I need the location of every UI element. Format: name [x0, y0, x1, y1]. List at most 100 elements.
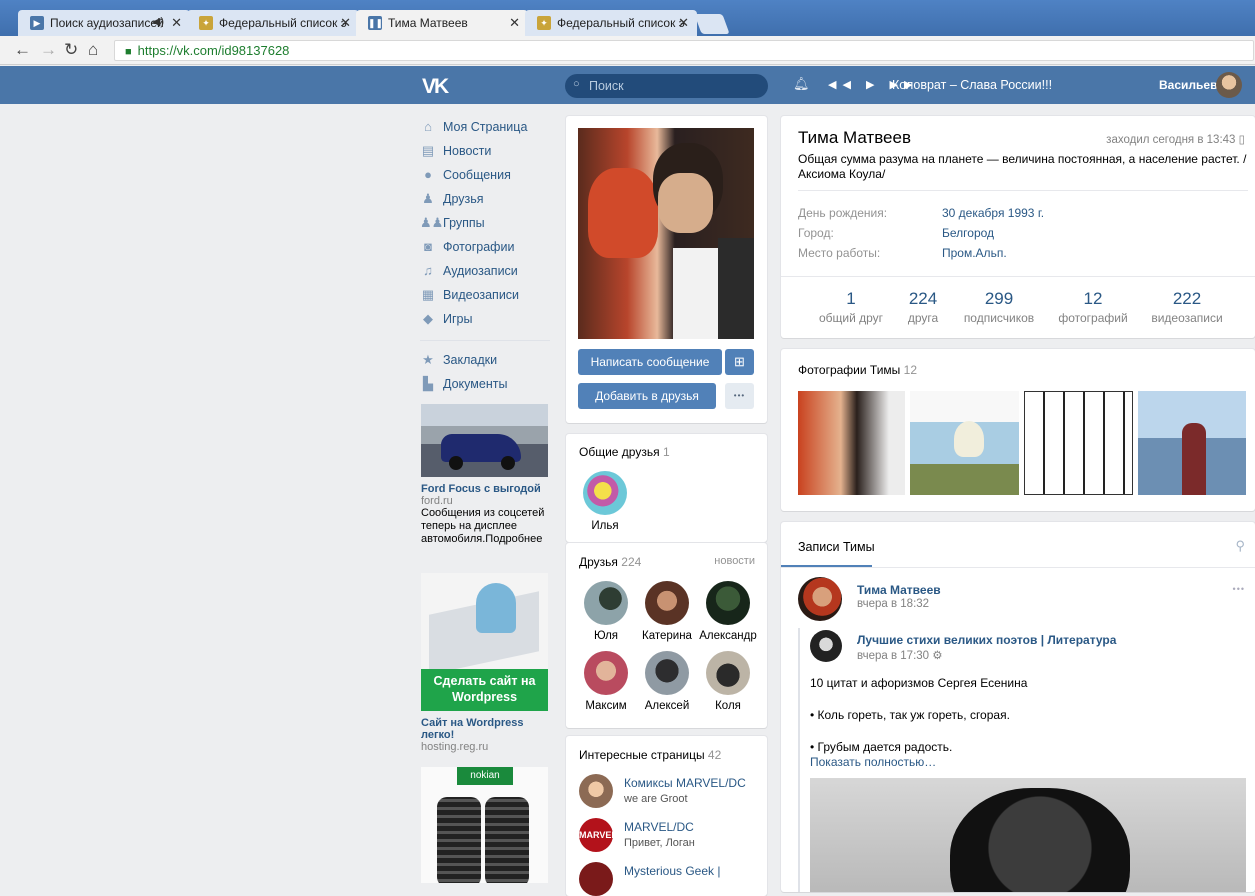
- menu-item-groups[interactable]: ♟♟ Группы: [418, 212, 553, 236]
- friend-avatar[interactable]: [584, 581, 628, 625]
- close-icon[interactable]: ✕: [678, 15, 689, 31]
- menu-item-my-page[interactable]: ⌂ Моя Страница: [418, 116, 553, 140]
- birthday-value[interactable]: 30 декабря 1993 г.: [942, 206, 1044, 220]
- friend-avatar[interactable]: [645, 581, 689, 625]
- stat-followers[interactable]: 299 подписчиков: [949, 289, 1049, 325]
- friends-updates-link[interactable]: новости: [714, 555, 755, 567]
- repost-author[interactable]: Лучшие стихи великих поэтов | Литература: [857, 633, 1116, 647]
- photo-thumbnail[interactable]: [1138, 391, 1246, 495]
- url-input[interactable]: ■ https://vk.com/id98137628: [114, 40, 1254, 61]
- friend-name[interactable]: Александр: [693, 630, 763, 642]
- avatar[interactable]: [1216, 72, 1242, 98]
- sound-icon: ◀): [151, 16, 164, 28]
- page-name[interactable]: Mysterious Geek |: [624, 864, 720, 878]
- user-name[interactable]: Васильев: [1159, 78, 1217, 92]
- show-more-link[interactable]: Показать полностью…: [810, 755, 936, 769]
- page-avatar[interactable]: [579, 862, 613, 896]
- more-button[interactable]: •••: [725, 383, 754, 409]
- friend-avatar[interactable]: [706, 651, 750, 695]
- close-icon[interactable]: ✕: [340, 15, 351, 31]
- work-value[interactable]: Пром.Альп.: [942, 246, 1007, 260]
- online-text: заходил сегодня в 13:43: [1106, 134, 1236, 146]
- ad-title[interactable]: Ford Focus с выгодой: [421, 483, 549, 495]
- gift-button[interactable]: ⊞: [725, 349, 754, 375]
- new-tab-button[interactable]: [694, 14, 730, 34]
- post-author[interactable]: Тима Матвеев: [857, 583, 941, 597]
- menu-item-bookmarks[interactable]: ★ Закладки: [418, 349, 553, 373]
- reload-icon[interactable]: ↻: [64, 41, 78, 59]
- friend-name[interactable]: Катерина: [632, 630, 702, 642]
- post-time[interactable]: вчера в 18:32: [857, 598, 929, 610]
- add-friend-button[interactable]: Добавить в друзья: [578, 383, 716, 409]
- photo-thumbnail[interactable]: [910, 391, 1019, 495]
- forward-icon[interactable]: →: [40, 41, 57, 59]
- repost-time[interactable]: вчера в 17:30: [857, 650, 929, 662]
- menu-item-games[interactable]: ◆ Игры: [418, 308, 553, 332]
- page-name[interactable]: MARVEL/DC: [624, 820, 694, 834]
- browser-tab-audio[interactable]: ▶ Поиск аудиозаписей ◀) ✕: [18, 10, 190, 36]
- ad-nokian[interactable]: nokian: [421, 767, 549, 883]
- pages-header[interactable]: Интересные страницы 42: [579, 748, 721, 762]
- close-icon[interactable]: ✕: [171, 15, 182, 31]
- post-text-line: 10 цитат и афоризмов Сергея Есенина: [810, 676, 1028, 690]
- friend-name[interactable]: Илья: [570, 520, 640, 532]
- menu-item-messages[interactable]: ● Сообщения: [418, 164, 553, 188]
- menu-item-audio[interactable]: ♫ Аудиозаписи: [418, 260, 553, 284]
- marvel-logo[interactable]: MARVEL: [579, 818, 617, 852]
- common-friends-header[interactable]: Общие друзья 1: [579, 445, 670, 459]
- menu-item-photos[interactable]: ◙ Фотографии: [418, 236, 553, 260]
- friends-header[interactable]: Друзья 224: [579, 555, 641, 569]
- browser-tab-list[interactable]: ✦ Федеральный список э ✕: [187, 10, 359, 36]
- section-title: Общие друзья: [579, 445, 660, 459]
- close-icon[interactable]: ✕: [509, 15, 520, 31]
- ad-ford[interactable]: Ford Focus с выгодой ford.ru Сообщения и…: [421, 404, 549, 546]
- ad-wordpress[interactable]: Сделать сайт на Wordpress Сайт на Wordpr…: [421, 573, 549, 753]
- photo-thumbnail[interactable]: [798, 391, 905, 495]
- repost-avatar[interactable]: [810, 630, 842, 662]
- page-avatar[interactable]: [579, 774, 613, 808]
- back-icon[interactable]: ←: [14, 41, 31, 59]
- stat-photos[interactable]: 12 фотографий: [1043, 289, 1143, 325]
- photos-header[interactable]: Фотографии Тимы 12: [798, 363, 917, 377]
- menu-item-news[interactable]: ▤ Новости: [418, 140, 553, 164]
- post-author-avatar[interactable]: [798, 577, 842, 621]
- menu-item-video[interactable]: ▦ Видеозаписи: [418, 284, 553, 308]
- send-message-button[interactable]: Написать сообщение: [578, 349, 722, 375]
- tab-title: Федеральный список э: [557, 16, 685, 30]
- friend-name[interactable]: Юля: [571, 630, 641, 642]
- menu-label: Моя Страница: [443, 120, 528, 134]
- friend-avatar[interactable]: [583, 471, 627, 515]
- now-playing-track[interactable]: Коловрат – Слава России!!!: [892, 78, 1052, 92]
- menu-label: Игры: [443, 312, 473, 326]
- gear-icon: ⚙: [932, 650, 943, 662]
- friend-name[interactable]: Алексей: [632, 700, 702, 712]
- menu-item-documents[interactable]: ▙ Документы: [418, 373, 553, 397]
- friend-avatar[interactable]: [584, 651, 628, 695]
- bell-icon[interactable]: 🔔︎: [793, 76, 810, 92]
- post-image[interactable]: [810, 778, 1246, 892]
- city-value[interactable]: Белгород: [942, 226, 994, 240]
- post-menu-button[interactable]: •••: [1233, 584, 1245, 594]
- home-icon[interactable]: ⌂: [88, 41, 98, 59]
- friend-name[interactable]: Коля: [693, 700, 763, 712]
- ad-site: ford.ru: [421, 495, 453, 507]
- friend-name[interactable]: Максим: [571, 700, 641, 712]
- browser-tab-active[interactable]: ❚❚ Тима Матвеев ✕: [356, 10, 528, 37]
- photo-thumbnail[interactable]: [1024, 391, 1133, 495]
- friend-avatar[interactable]: [706, 581, 750, 625]
- page-subtitle: Привет, Логан: [624, 837, 695, 849]
- search-input[interactable]: ○ Поиск: [565, 74, 768, 98]
- browser-tab-list-2[interactable]: ✦ Федеральный список э ✕: [525, 10, 697, 36]
- profile-status: Общая сумма разума на планете — величина…: [798, 152, 1247, 181]
- stat-videos[interactable]: 222 видеозаписи: [1137, 289, 1237, 325]
- wall-tab[interactable]: Записи Тимы: [798, 540, 875, 554]
- ad-title[interactable]: Сайт на Wordpress легко!: [421, 717, 549, 741]
- page-name[interactable]: Комиксы MARVEL/DC: [624, 776, 746, 790]
- search-icon[interactable]: ⚲: [1235, 538, 1245, 554]
- menu-item-friends[interactable]: ♟ Друзья: [418, 188, 553, 212]
- section-title: Интересные страницы: [579, 748, 705, 762]
- vk-logo[interactable]: VK: [422, 75, 449, 99]
- profile-photo[interactable]: [578, 128, 754, 339]
- friend-avatar[interactable]: [645, 651, 689, 695]
- profile-name: Тима Матвеев: [798, 128, 911, 147]
